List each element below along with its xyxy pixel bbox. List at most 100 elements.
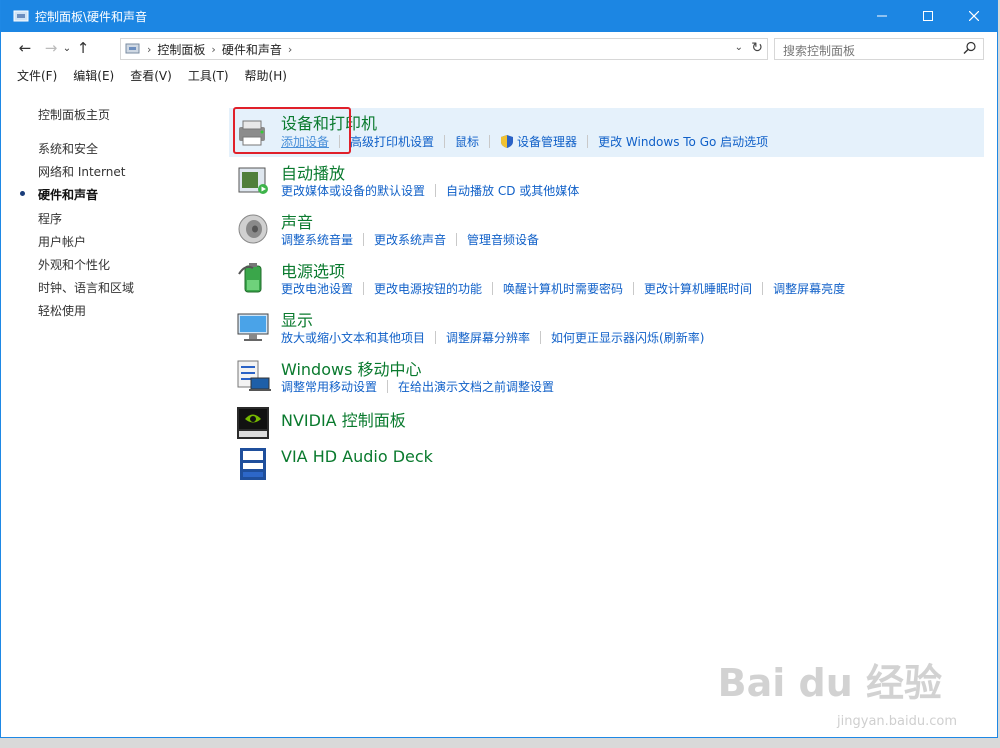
battery-icon [238, 263, 262, 293]
control-panel-icon [13, 10, 29, 22]
menu-tools[interactable]: 工具(T) [188, 67, 229, 84]
baidu-jingyan-watermark: Bai du 经验 [717, 661, 942, 705]
link-divider [587, 135, 589, 148]
monitor-icon [237, 313, 269, 341]
link-divider [456, 233, 458, 246]
address-box[interactable]: › 控制面板 › 硬件和声音 › ⌄ ↻ [120, 38, 768, 60]
category-title[interactable]: 声音 [281, 209, 313, 233]
change-sleep-time-link[interactable]: 更改计算机睡眠时间 [644, 280, 752, 297]
menu-help[interactable]: 帮助(H) [245, 67, 287, 84]
menu-view[interactable]: 查看(V) [130, 67, 172, 84]
category-links: 更改媒体或设备的默认设置 自动播放 CD 或其他媒体 [281, 182, 589, 199]
active-item-bullet-icon [20, 191, 25, 196]
watermark-url: jingyan.baidu.com [837, 714, 957, 729]
sidebar-item-user-accounts[interactable]: 用户帐户 [38, 233, 86, 250]
nvidia-icon [237, 407, 269, 439]
window-title: 控制面板\硬件和声音 [35, 9, 148, 24]
category-power-options[interactable]: 电源选项 更改电池设置 更改电源按钮的功能 唤醒计算机时需要密码 更改计算机睡眠… [229, 256, 984, 302]
category-links: 添加设备 高级打印机设置 鼠标 设备管理器 更改 Windows To Go 启… [281, 133, 778, 150]
fix-flicker-link[interactable]: 如何更正显示器闪烁(刷新率) [551, 329, 704, 346]
breadcrumb-separator-icon: › [287, 42, 293, 56]
category-title[interactable]: 电源选项 [281, 258, 345, 282]
link-divider [435, 331, 437, 344]
sidebar-item-system-security[interactable]: 系统和安全 [38, 140, 98, 157]
category-links: 放大或缩小文本和其他项目 调整屏幕分辨率 如何更正显示器闪烁(刷新率) [281, 329, 714, 346]
require-password-on-wakeup-link[interactable]: 唤醒计算机时需要密码 [503, 280, 623, 297]
category-title[interactable]: Windows 移动中心 [281, 356, 422, 380]
sidebar-home-link[interactable]: 控制面板主页 [38, 106, 110, 123]
search-icon[interactable] [963, 41, 977, 55]
manage-audio-devices-link[interactable]: 管理音频设备 [467, 231, 539, 248]
sidebar-item-appearance[interactable]: 外观和个性化 [38, 256, 110, 273]
breadcrumb-separator-icon: › [211, 42, 216, 56]
mouse-link[interactable]: 鼠标 [455, 133, 479, 150]
mobility-center-icon [237, 360, 271, 391]
control-panel-window: 控制面板\硬件和声音 ← → ⌄ ↑ › 控制面板 › 硬件和声音 › ⌄ ↻ [0, 0, 998, 738]
up-arrow-icon[interactable]: ↑ [73, 39, 93, 57]
category-links: 调整系统音量 更改系统声音 管理音频设备 [281, 231, 549, 248]
link-divider [633, 282, 635, 295]
refresh-icon[interactable]: ↻ [751, 40, 763, 56]
menu-edit[interactable]: 编辑(E) [73, 67, 114, 84]
link-divider [444, 135, 446, 148]
maximize-icon [923, 11, 933, 21]
link-divider [489, 135, 491, 148]
sidebar-item-hardware-sound[interactable]: 硬件和声音 [38, 186, 98, 203]
advanced-printer-setup-link[interactable]: 高级打印机设置 [350, 133, 434, 150]
adjust-screen-brightness-link[interactable]: 调整屏幕亮度 [773, 280, 845, 297]
minimize-icon [877, 15, 887, 17]
control-panel-small-icon [125, 43, 140, 54]
minimize-button[interactable] [859, 0, 905, 32]
speaker-icon [238, 214, 268, 244]
change-power-buttons-link[interactable]: 更改电源按钮的功能 [374, 280, 482, 297]
category-nvidia-control-panel[interactable]: NVIDIA 控制面板 [229, 403, 984, 443]
category-display[interactable]: 显示 放大或缩小文本和其他项目 调整屏幕分辨率 如何更正显示器闪烁(刷新率) [229, 305, 984, 351]
device-manager-link[interactable]: 设备管理器 [517, 133, 577, 150]
shield-icon [501, 135, 514, 148]
link-divider [435, 184, 437, 197]
sidebar-item-clock-language-region[interactable]: 时钟、语言和区域 [38, 279, 134, 296]
back-arrow-icon[interactable]: ← [15, 39, 35, 57]
category-title[interactable]: VIA HD Audio Deck [281, 447, 433, 466]
breadcrumb-hardware-sound[interactable]: 硬件和声音 [222, 41, 282, 58]
category-sound[interactable]: 声音 调整系统音量 更改系统声音 管理音频设备 [229, 207, 984, 253]
adjust-mobility-settings-link[interactable]: 调整常用移动设置 [281, 378, 377, 395]
resize-text-link[interactable]: 放大或缩小文本和其他项目 [281, 329, 425, 346]
forward-arrow-icon[interactable]: → [41, 39, 61, 57]
link-divider [363, 282, 365, 295]
title-bar[interactable]: 控制面板\硬件和声音 [1, 0, 997, 32]
change-system-sounds-link[interactable]: 更改系统声音 [374, 231, 446, 248]
recent-locations-chevron-icon[interactable]: ⌄ [61, 43, 73, 54]
navigation-bar: ← → ⌄ ↑ › 控制面板 › 硬件和声音 › ⌄ ↻ 搜索控制面板 [1, 32, 997, 64]
presentation-settings-link[interactable]: 在给出演示文档之前调整设置 [398, 378, 554, 395]
search-placeholder: 搜索控制面板 [783, 44, 856, 58]
adjust-volume-link[interactable]: 调整系统音量 [281, 231, 353, 248]
category-title[interactable]: 自动播放 [281, 160, 345, 184]
close-button[interactable] [951, 0, 997, 32]
adjust-resolution-link[interactable]: 调整屏幕分辨率 [446, 329, 530, 346]
change-battery-settings-link[interactable]: 更改电池设置 [281, 280, 353, 297]
link-divider [762, 282, 764, 295]
category-autoplay[interactable]: 自动播放 更改媒体或设备的默认设置 自动播放 CD 或其他媒体 [229, 158, 984, 204]
autoplay-icon [238, 167, 268, 194]
link-divider [492, 282, 494, 295]
sidebar-item-ease-of-access[interactable]: 轻松使用 [38, 302, 86, 319]
category-title[interactable]: 显示 [281, 307, 313, 331]
breadcrumb-separator-icon: › [147, 42, 152, 56]
sidebar-item-network-internet[interactable]: 网络和 Internet [38, 163, 125, 180]
link-divider [363, 233, 365, 246]
category-via-hd-audio-deck[interactable]: VIA HD Audio Deck [229, 443, 984, 483]
breadcrumb-control-panel[interactable]: 控制面板 [157, 41, 205, 58]
link-divider [387, 380, 389, 393]
category-mobility-center[interactable]: Windows 移动中心 调整常用移动设置 在给出演示文档之前调整设置 [229, 354, 984, 400]
sidebar-item-programs[interactable]: 程序 [38, 210, 62, 227]
autoplay-cd-link[interactable]: 自动播放 CD 或其他媒体 [446, 182, 579, 199]
maximize-button[interactable] [905, 0, 951, 32]
address-dropdown-icon[interactable]: ⌄ [735, 42, 743, 53]
category-title[interactable]: NVIDIA 控制面板 [281, 407, 406, 431]
change-default-media-settings-link[interactable]: 更改媒体或设备的默认设置 [281, 182, 425, 199]
menu-file[interactable]: 文件(F) [17, 67, 57, 84]
link-divider [540, 331, 542, 344]
windows-to-go-link[interactable]: 更改 Windows To Go 启动选项 [598, 133, 768, 150]
search-input[interactable]: 搜索控制面板 [774, 38, 984, 60]
